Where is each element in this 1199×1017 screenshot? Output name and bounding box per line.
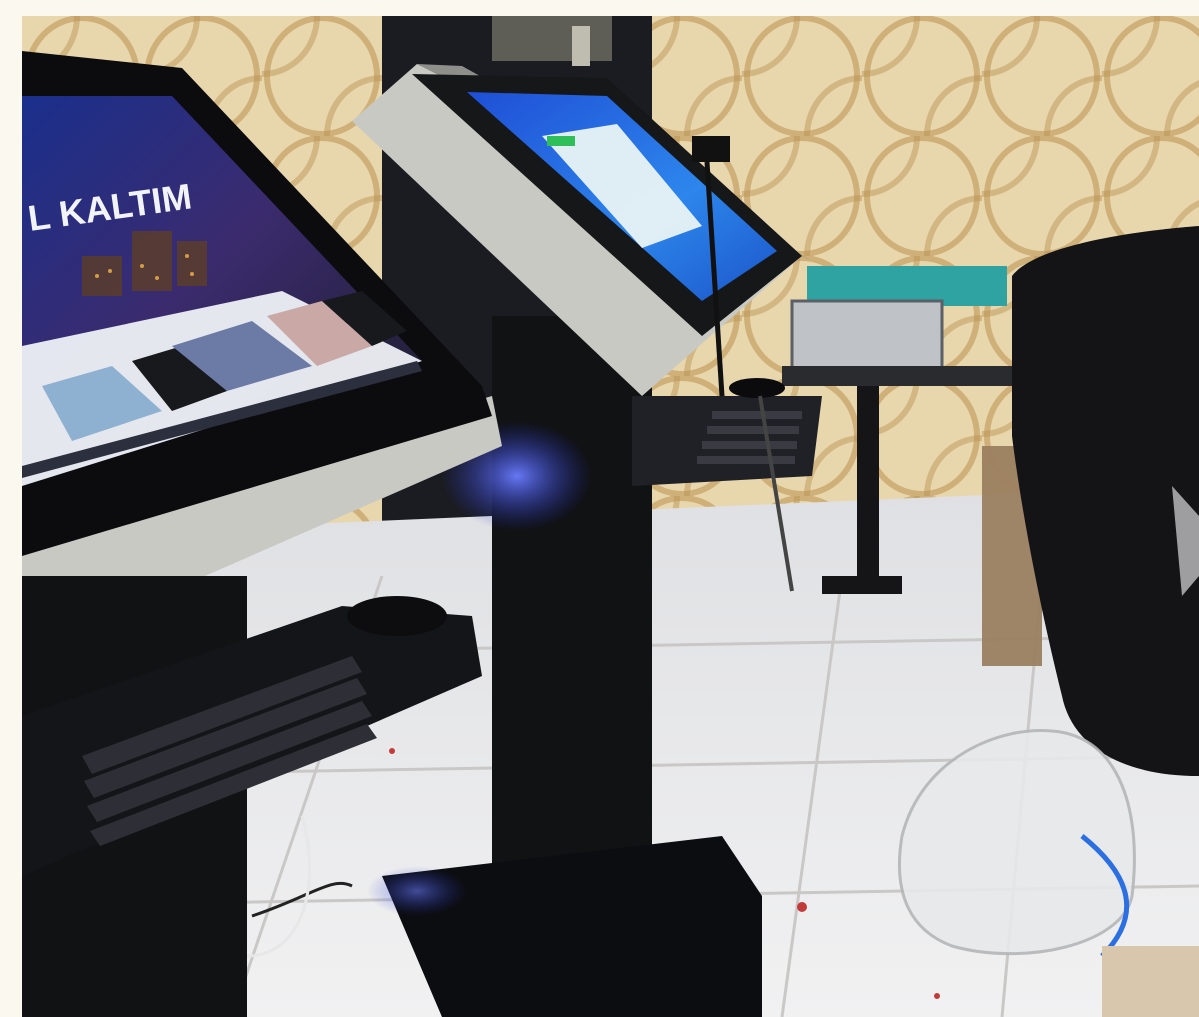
left-border [0,0,22,1017]
mouse [347,596,447,636]
top-border [0,0,1199,16]
photo-frame: L KALTIM [22,16,1199,1017]
photo-illustration: L KALTIM [22,16,1199,1017]
photo-scene: L KALTIM [0,0,1199,1017]
